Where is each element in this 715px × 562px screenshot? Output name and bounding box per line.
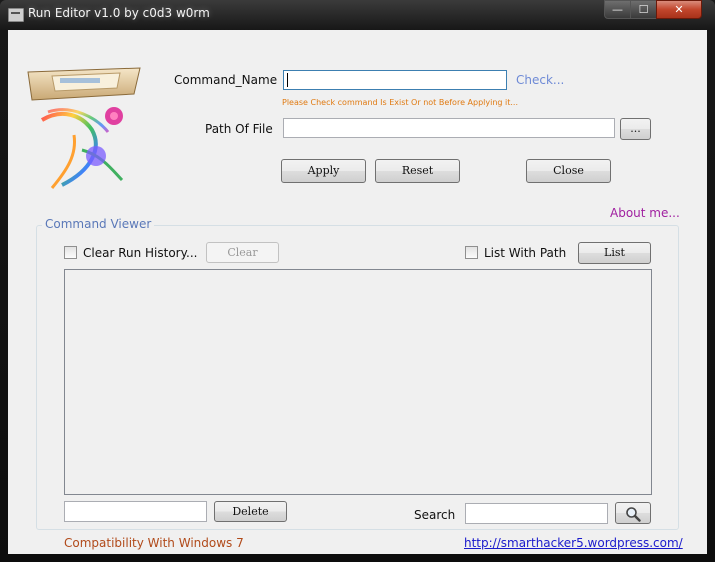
list-button[interactable]: List: [578, 242, 651, 264]
about-me-link[interactable]: About me...: [610, 206, 680, 220]
command-viewer-title: Command Viewer: [42, 217, 155, 231]
apply-button[interactable]: Apply: [281, 159, 366, 183]
command-name-input[interactable]: [283, 70, 507, 90]
search-button[interactable]: [615, 502, 651, 524]
path-of-file-input[interactable]: [283, 118, 615, 138]
maximize-button[interactable]: ☐: [630, 0, 657, 19]
close-window-button[interactable]: ✕: [656, 0, 702, 19]
delete-button[interactable]: Delete: [214, 501, 287, 522]
browse-button[interactable]: ...: [620, 118, 651, 140]
path-of-file-label: Path Of File: [205, 122, 273, 136]
clear-history-label[interactable]: Clear Run History...: [83, 246, 197, 260]
window-title: Run Editor v1.0 by c0d3 w0rm: [28, 6, 210, 20]
title-bar[interactable]: Run Editor v1.0 by c0d3 w0rm — ☐ ✕: [0, 0, 715, 30]
delete-command-input[interactable]: [64, 501, 207, 522]
reset-button[interactable]: Reset: [375, 159, 460, 183]
compatibility-note: Compatibility With Windows 7: [64, 536, 244, 550]
command-hint: Please Check command Is Exist Or not Bef…: [282, 98, 519, 107]
search-label: Search: [414, 508, 456, 522]
client-area: Command_Name Check... Please Check comma…: [8, 30, 707, 554]
clear-history-checkbox[interactable]: [64, 246, 77, 259]
search-input[interactable]: [465, 503, 608, 524]
list-with-path-checkbox[interactable]: [465, 246, 478, 259]
command-name-label: Command_Name: [174, 73, 278, 87]
command-list[interactable]: [64, 269, 652, 495]
app-window: Run Editor v1.0 by c0d3 w0rm — ☐ ✕ Comma…: [0, 0, 715, 562]
close-button[interactable]: Close: [526, 159, 611, 183]
check-link[interactable]: Check...: [516, 73, 564, 87]
window-icon: [8, 8, 24, 22]
clear-button[interactable]: Clear: [206, 242, 279, 263]
text-caret: [287, 73, 288, 87]
running-figure-logo: [27, 67, 141, 189]
list-with-path-label[interactable]: List With Path: [484, 246, 566, 260]
website-link[interactable]: http://smarthacker5.wordpress.com/: [464, 536, 683, 550]
minimize-button[interactable]: —: [604, 0, 631, 19]
magnifier-icon: [626, 507, 641, 522]
